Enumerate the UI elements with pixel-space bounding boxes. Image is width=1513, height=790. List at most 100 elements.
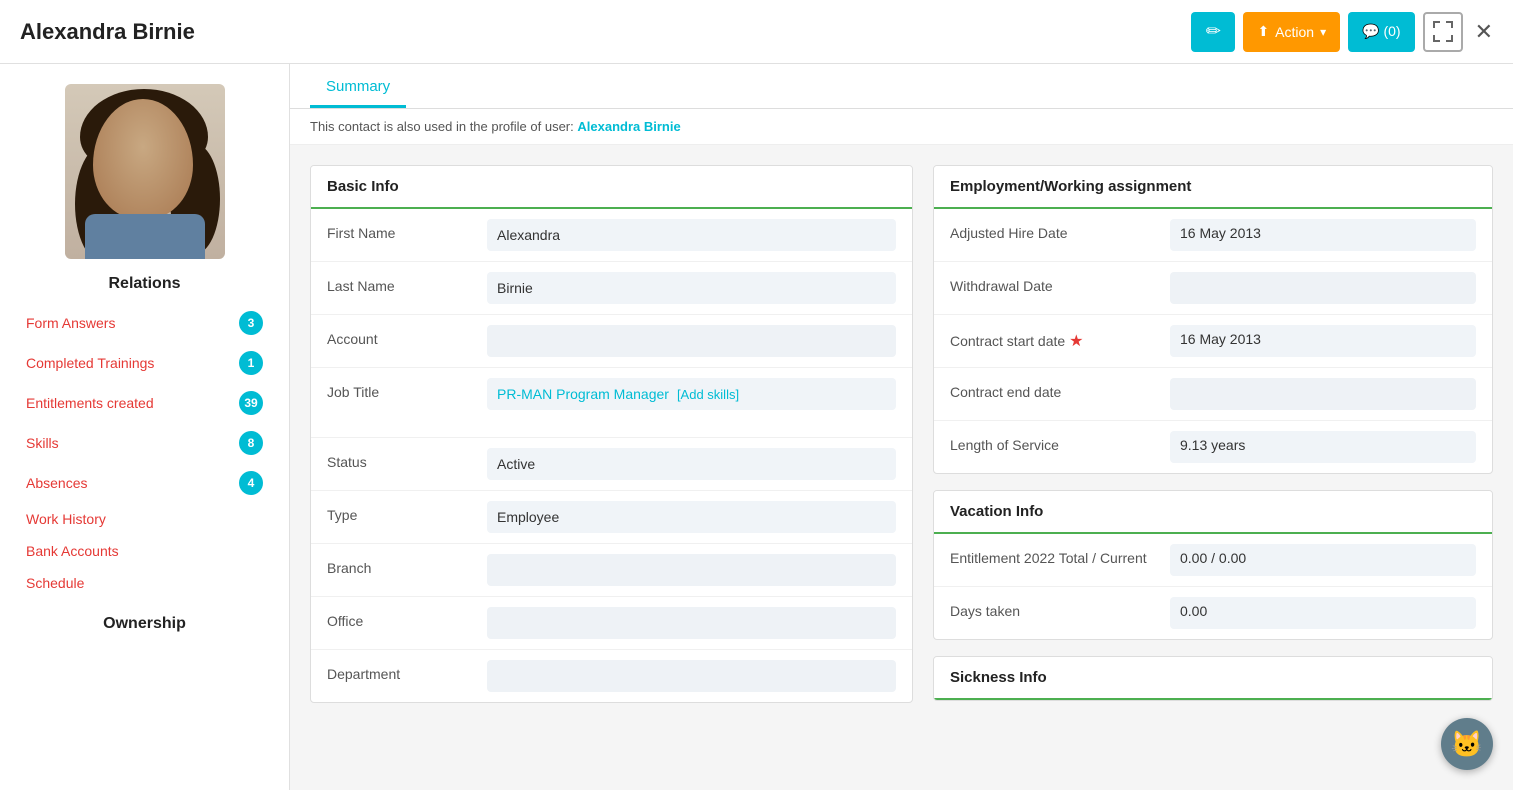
vacation-header: Vacation Info: [934, 491, 1492, 534]
field-withdrawal-date: Withdrawal Date: [934, 262, 1492, 315]
app-header: Alexandra Birnie ✏ ⬆ Action ▾ 💬 (0): [0, 0, 1513, 64]
notice-text: This contact is also used in the profile…: [310, 119, 574, 134]
content-area: Basic Info First Name Alexandra Last Nam…: [290, 145, 1513, 790]
entitlement-total-label: Entitlement 2022 Total / Current: [950, 544, 1170, 566]
sidebar-item-label: Absences: [26, 475, 87, 491]
upload-icon: ⬆: [1257, 23, 1269, 40]
chat-bubble-button[interactable]: 🐱: [1441, 718, 1493, 770]
add-skills-link[interactable]: [Add skills]: [677, 387, 739, 402]
sidebar-item-label: Work History: [26, 511, 106, 527]
field-length-of-service: Length of Service 9.13 years: [934, 421, 1492, 473]
field-first-name: First Name Alexandra: [311, 209, 912, 262]
employment-header: Employment/Working assignment: [934, 166, 1492, 209]
sidebar-badge-absences: 4: [239, 471, 263, 495]
sidebar-item-label: Bank Accounts: [26, 543, 119, 559]
branch-value: [487, 554, 896, 586]
sidebar-item-bank-accounts[interactable]: Bank Accounts: [10, 535, 279, 567]
field-status: Status Active: [311, 438, 912, 491]
department-value: [487, 660, 896, 692]
sidebar-item-work-history[interactable]: Work History: [10, 503, 279, 535]
required-star: ★: [1069, 331, 1083, 351]
type-label: Type: [327, 501, 487, 523]
header-actions: ✏ ⬆ Action ▾ 💬 (0): [1191, 12, 1493, 52]
expand-icon: [1433, 21, 1453, 42]
job-title-label: Job Title: [327, 378, 487, 400]
account-value: [487, 325, 896, 357]
avatar: [65, 84, 225, 259]
field-contract-end-date: Contract end date: [934, 368, 1492, 421]
sidebar-item-label: Form Answers: [26, 315, 115, 331]
comment-button[interactable]: 💬 (0): [1348, 12, 1414, 52]
sidebar-badge-form-answers: 3: [239, 311, 263, 335]
sickness-card: Sickness Info: [933, 656, 1493, 701]
field-last-name: Last Name Birnie: [311, 262, 912, 315]
ownership-heading: Ownership: [87, 615, 202, 633]
chat-avatar-icon: 🐱: [1451, 729, 1483, 760]
contract-start-date-label: Contract start date ★: [950, 325, 1170, 351]
comment-label: 💬 (0): [1362, 23, 1400, 40]
job-title-value: PR-MAN Program Manager [Add skills]: [487, 378, 896, 410]
first-name-label: First Name: [327, 219, 487, 241]
field-entitlement-total: Entitlement 2022 Total / Current 0.00 / …: [934, 534, 1492, 587]
sidebar-relations-list: Form Answers 3 Completed Trainings 1 Ent…: [0, 303, 289, 599]
department-label: Department: [327, 660, 487, 682]
sidebar: Relations Form Answers 3 Completed Train…: [0, 64, 290, 790]
right-panel: Employment/Working assignment Adjusted H…: [933, 165, 1493, 770]
edit-button[interactable]: ✏: [1191, 12, 1235, 52]
status-value: Active: [487, 448, 896, 480]
tab-summary[interactable]: Summary: [310, 64, 406, 108]
days-taken-value: 0.00: [1170, 597, 1476, 629]
main-content: Summary This contact is also used in the…: [290, 64, 1513, 790]
type-value: Employee: [487, 501, 896, 533]
vacation-card: Vacation Info Entitlement 2022 Total / C…: [933, 490, 1493, 640]
days-taken-label: Days taken: [950, 597, 1170, 619]
field-department: Department: [311, 650, 912, 702]
close-icon: ✕: [1475, 19, 1493, 44]
withdrawal-date-label: Withdrawal Date: [950, 272, 1170, 294]
last-name-value: Birnie: [487, 272, 896, 304]
field-office: Office: [311, 597, 912, 650]
tabs-bar: Summary: [290, 64, 1513, 109]
field-type: Type Employee: [311, 491, 912, 544]
contract-start-date-value: 16 May 2013: [1170, 325, 1476, 357]
chevron-down-icon: ▾: [1320, 25, 1326, 39]
branch-label: Branch: [327, 554, 487, 576]
notice-bar: This contact is also used in the profile…: [290, 109, 1513, 145]
adjusted-hire-date-value: 16 May 2013: [1170, 219, 1476, 251]
page-title: Alexandra Birnie: [20, 19, 1191, 45]
sidebar-badge-completed-trainings: 1: [239, 351, 263, 375]
office-value: [487, 607, 896, 639]
sidebar-item-completed-trainings[interactable]: Completed Trainings 1: [10, 343, 279, 383]
employment-card: Employment/Working assignment Adjusted H…: [933, 165, 1493, 474]
sidebar-badge-entitlements: 39: [239, 391, 263, 415]
user-profile-link[interactable]: Alexandra Birnie: [577, 119, 680, 134]
expand-button[interactable]: [1423, 12, 1463, 52]
field-job-title: Job Title PR-MAN Program Manager [Add sk…: [311, 368, 912, 438]
sidebar-item-schedule[interactable]: Schedule: [10, 567, 279, 599]
length-of-service-value: 9.13 years: [1170, 431, 1476, 463]
sidebar-item-absences[interactable]: Absences 4: [10, 463, 279, 503]
sidebar-item-label: Skills: [26, 435, 59, 451]
sidebar-item-entitlements-created[interactable]: Entitlements created 39: [10, 383, 279, 423]
pencil-icon: ✏: [1206, 21, 1221, 42]
account-label: Account: [327, 325, 487, 347]
entitlement-total-value: 0.00 / 0.00: [1170, 544, 1476, 576]
left-panel: Basic Info First Name Alexandra Last Nam…: [310, 165, 913, 770]
sidebar-badge-skills: 8: [239, 431, 263, 455]
adjusted-hire-date-label: Adjusted Hire Date: [950, 219, 1170, 241]
withdrawal-date-value: [1170, 272, 1476, 304]
sidebar-item-label: Completed Trainings: [26, 355, 154, 371]
action-button[interactable]: ⬆ Action ▾: [1243, 12, 1340, 52]
sidebar-item-skills[interactable]: Skills 8: [10, 423, 279, 463]
job-title-link[interactable]: PR-MAN Program Manager: [497, 386, 669, 402]
sidebar-item-label: Entitlements created: [26, 395, 154, 411]
sickness-header: Sickness Info: [934, 657, 1492, 700]
field-contract-start-date: Contract start date ★ 16 May 2013: [934, 315, 1492, 368]
contract-end-date-label: Contract end date: [950, 378, 1170, 400]
last-name-label: Last Name: [327, 272, 487, 294]
contract-end-date-value: [1170, 378, 1476, 410]
status-label: Status: [327, 448, 487, 470]
close-button[interactable]: ✕: [1475, 19, 1493, 45]
sidebar-item-form-answers[interactable]: Form Answers 3: [10, 303, 279, 343]
basic-info-card: Basic Info First Name Alexandra Last Nam…: [310, 165, 913, 703]
